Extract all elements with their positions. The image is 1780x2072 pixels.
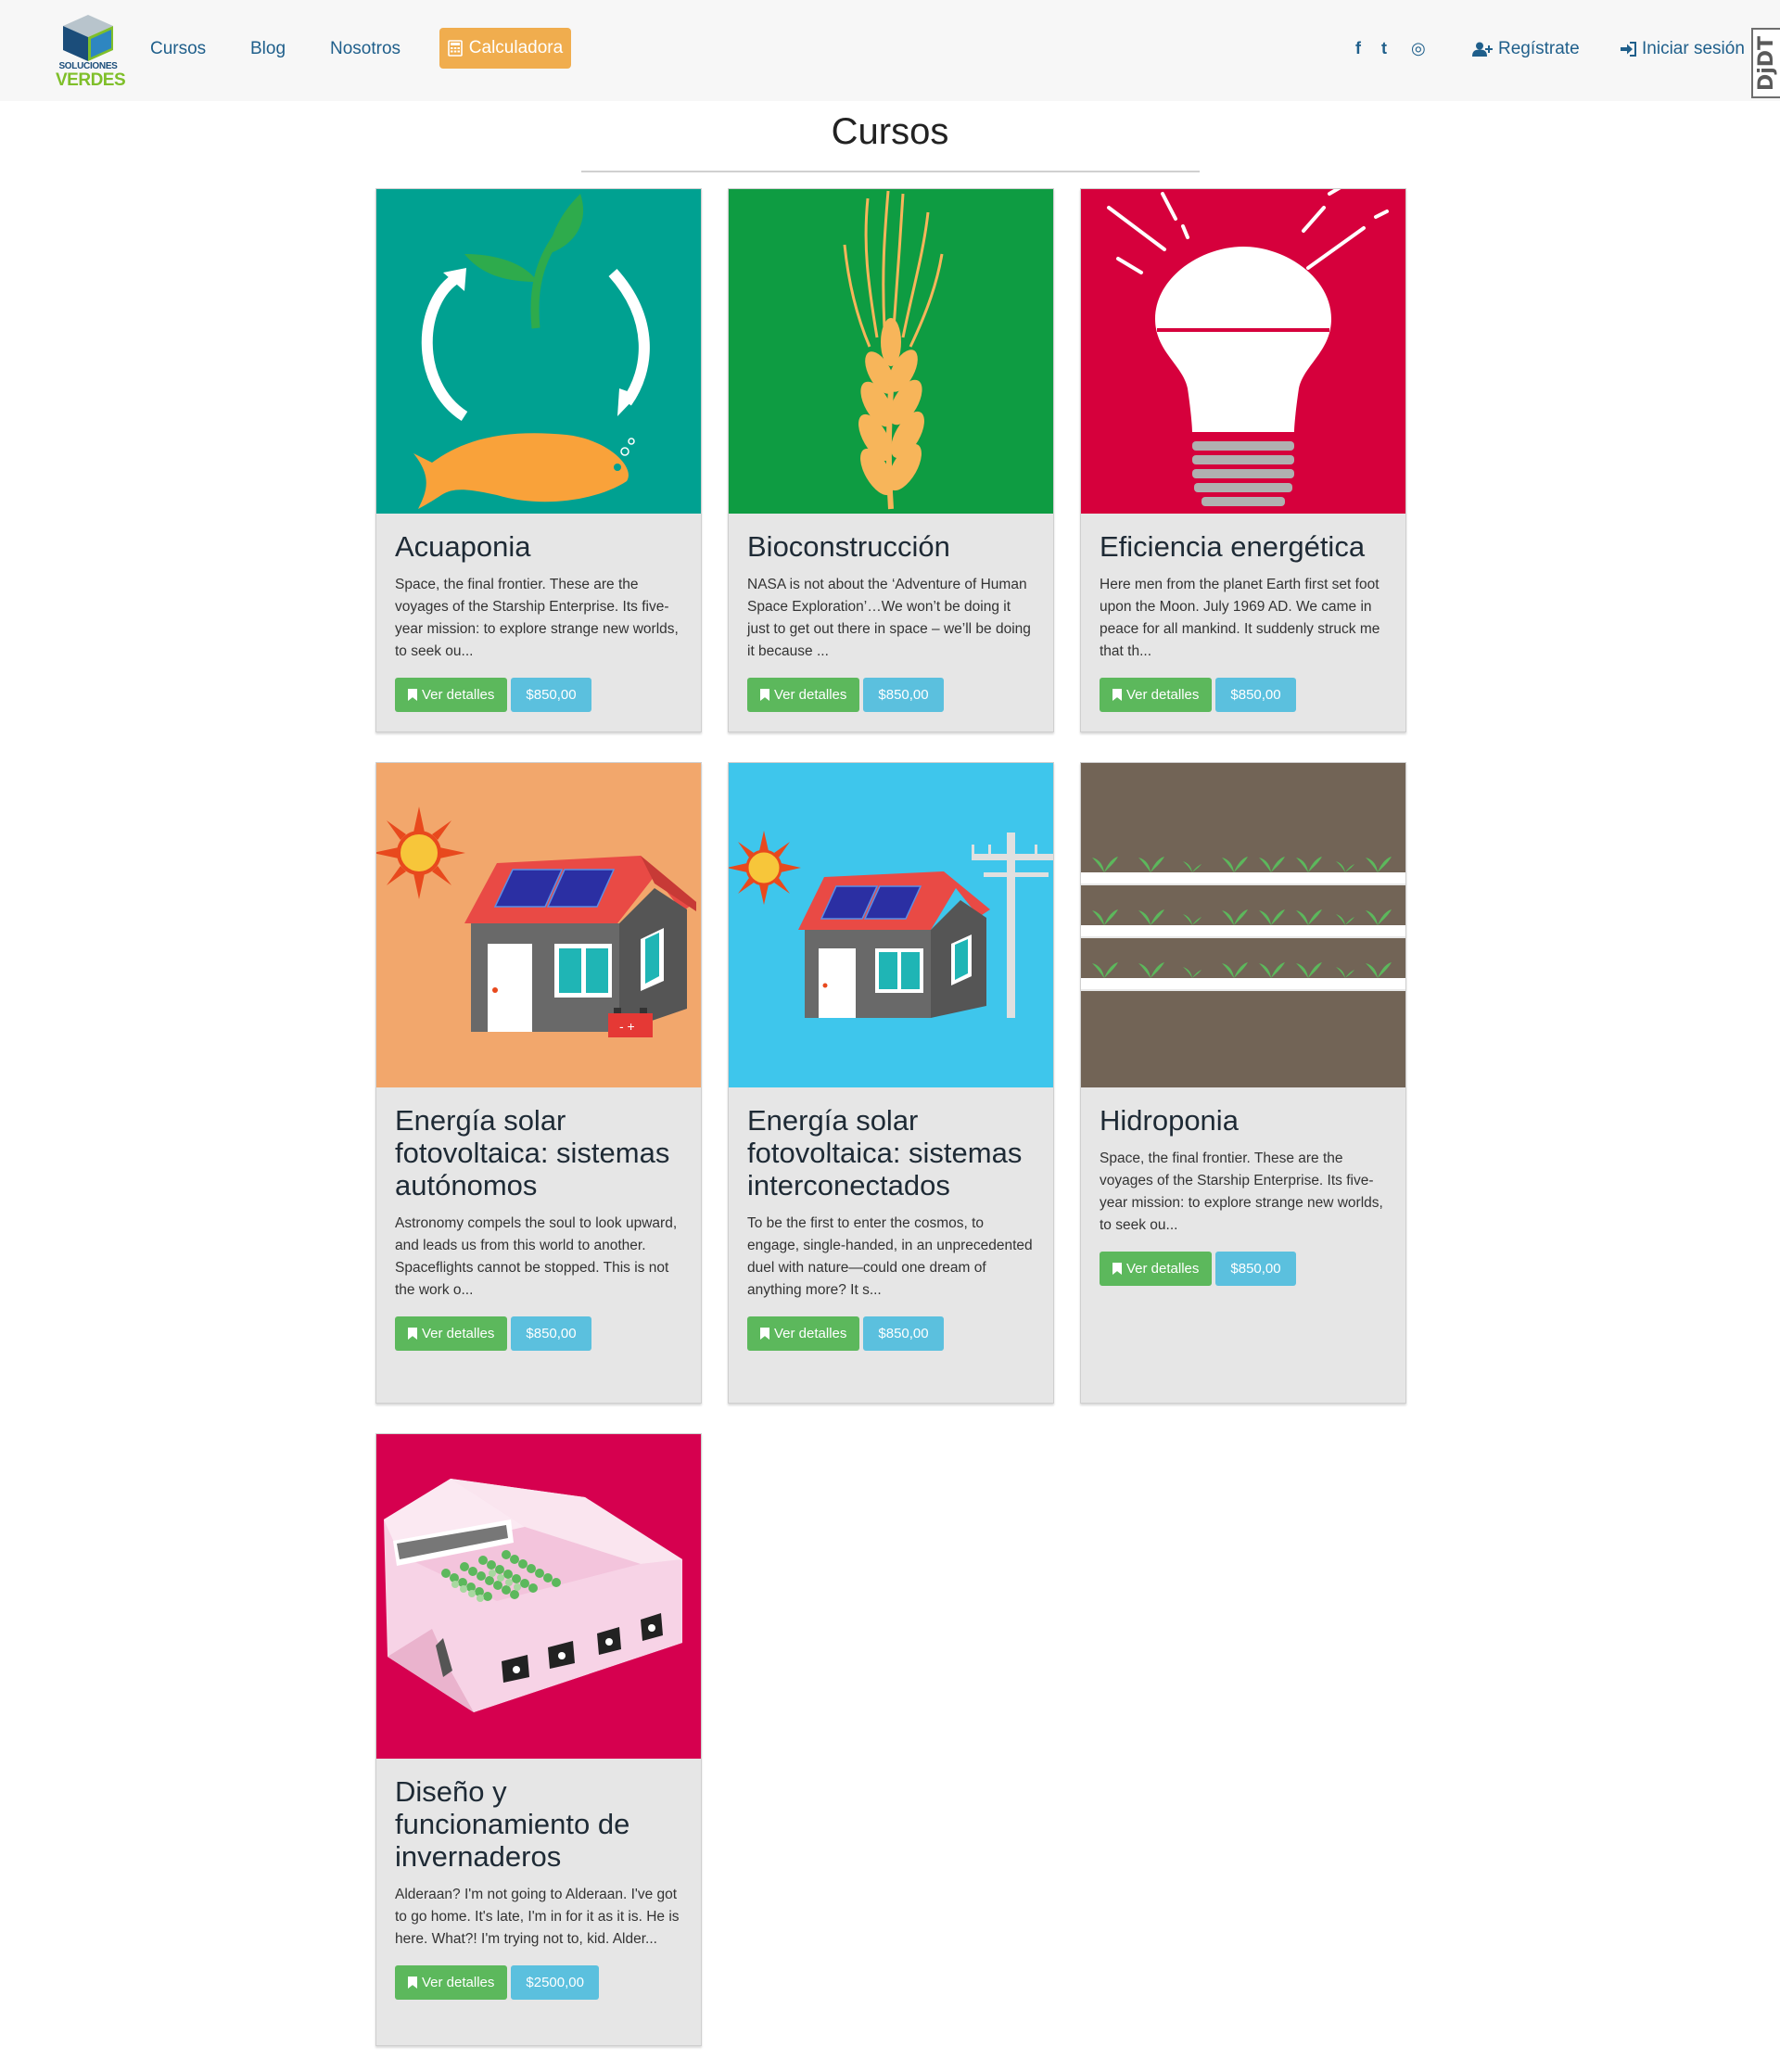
brand-logo[interactable]: SOLUCIONES VERDES	[56, 11, 126, 91]
bookmark-icon	[1112, 689, 1122, 701]
twitter-icon[interactable]: t	[1381, 39, 1387, 58]
course-card-solar-interconectados: Energía solar fotovoltaica: sistemas int…	[728, 762, 1054, 1404]
debug-toolbar-label: DjDT	[1755, 35, 1779, 91]
debug-toolbar-handle[interactable]: DjDT	[1751, 28, 1780, 98]
solar-house-battery-illustration: - +	[376, 763, 701, 1087]
course-title[interactable]: Energía solar fotovoltaica: sistemas int…	[747, 1104, 1035, 1201]
course-description: Alderaan? I'm not going to Alderaan. I'v…	[395, 1887, 680, 1947]
course-image[interactable]	[1081, 763, 1405, 1087]
ver-detalles-button[interactable]: Ver detalles	[395, 678, 508, 712]
greenhouse-illustration	[376, 1434, 701, 1759]
ver-detalles-label: Ver detalles	[422, 1975, 495, 1990]
course-card-solar-autonomos: - + Energía solar fotovoltaica: sistemas…	[375, 762, 702, 1404]
facebook-icon[interactable]: f	[1355, 39, 1361, 58]
course-description: NASA is not about the ‘Adventure of Huma…	[747, 577, 1031, 659]
course-image[interactable]: - +	[376, 763, 701, 1087]
ver-detalles-button[interactable]: Ver detalles	[747, 1316, 860, 1351]
course-description: Astronomy compels the soul to look upwar…	[395, 1215, 678, 1298]
login-label: Iniciar sesión	[1642, 39, 1745, 58]
ver-detalles-label: Ver detalles	[1126, 1261, 1200, 1277]
course-image[interactable]	[376, 189, 701, 514]
svg-text:- +: - +	[619, 1019, 635, 1034]
price-button[interactable]: $850,00	[511, 1316, 591, 1351]
course-description: Here men from the planet Earth first set…	[1100, 577, 1380, 659]
calculadora-label: Calculadora	[468, 38, 564, 57]
ver-detalles-label: Ver detalles	[774, 687, 847, 703]
ver-detalles-label: Ver detalles	[422, 687, 495, 703]
course-card-acuaponia: Acuaponia Space, the final frontier. The…	[375, 188, 702, 732]
page-title: Cursos	[831, 111, 949, 152]
solar-house-grid-illustration	[729, 763, 1053, 1087]
ver-detalles-button[interactable]: Ver detalles	[1100, 678, 1213, 712]
ver-detalles-button[interactable]: Ver detalles	[747, 678, 860, 712]
ver-detalles-button[interactable]: Ver detalles	[395, 1965, 508, 2000]
price-button[interactable]: $850,00	[1215, 1252, 1296, 1286]
bookmark-icon	[408, 689, 417, 701]
price-button[interactable]: $850,00	[863, 1316, 944, 1351]
ver-detalles-button[interactable]: Ver detalles	[395, 1316, 508, 1351]
price-button[interactable]: $850,00	[1215, 678, 1296, 712]
ver-detalles-label: Ver detalles	[1126, 687, 1200, 703]
course-title[interactable]: Diseño y funcionamiento de invernaderos	[395, 1775, 682, 1873]
calculadora-button[interactable]: Calculadora	[439, 28, 571, 69]
course-description: Space, the final frontier. These are the…	[395, 577, 679, 659]
course-image[interactable]	[1081, 189, 1405, 514]
course-title[interactable]: Energía solar fotovoltaica: sistemas aut…	[395, 1104, 682, 1201]
hydroponics-illustration	[1081, 763, 1405, 1087]
course-description: To be the first to enter the cosmos, to …	[747, 1215, 1033, 1298]
course-image[interactable]	[729, 189, 1053, 514]
bookmark-icon	[760, 1328, 769, 1340]
sign-in-icon	[1621, 42, 1636, 57]
nav-cursos[interactable]: Cursos	[150, 39, 206, 59]
bookmark-icon	[408, 1977, 417, 1989]
calculator-icon	[447, 40, 463, 57]
register-label: Regístrate	[1498, 39, 1580, 58]
course-title[interactable]: Hidroponia	[1100, 1104, 1387, 1137]
instagram-icon[interactable]: ◎	[1411, 39, 1426, 58]
ver-detalles-label: Ver detalles	[774, 1326, 847, 1341]
aquaponics-illustration	[376, 189, 701, 514]
price-button[interactable]: $2500,00	[511, 1965, 599, 2000]
lightbulb-illustration	[1081, 189, 1405, 514]
cube-logo-icon	[63, 15, 113, 61]
title-divider	[581, 171, 1200, 172]
nav-blog[interactable]: Blog	[250, 39, 286, 59]
brand-line2: VERDES	[56, 70, 126, 90]
ver-detalles-label: Ver detalles	[422, 1326, 495, 1341]
course-card-bioconstruccion: Bioconstrucción NASA is not about the ‘A…	[728, 188, 1054, 732]
course-image[interactable]	[729, 763, 1053, 1087]
course-card-hidroponia: Hidroponia Space, the final frontier. Th…	[1080, 762, 1406, 1404]
course-title[interactable]: Eficiencia energética	[1100, 530, 1387, 563]
course-image[interactable]	[376, 1434, 701, 1759]
user-plus-icon	[1472, 42, 1493, 57]
login-link[interactable]: Iniciar sesión	[1621, 39, 1745, 59]
bookmark-icon	[408, 1328, 417, 1340]
course-card-invernaderos: Diseño y funcionamiento de invernaderos …	[375, 1433, 702, 2046]
bookmark-icon	[760, 689, 769, 701]
course-title[interactable]: Bioconstrucción	[747, 530, 1035, 563]
ver-detalles-button[interactable]: Ver detalles	[1100, 1252, 1213, 1286]
wheat-illustration	[729, 189, 1053, 514]
price-button[interactable]: $850,00	[511, 678, 591, 712]
course-card-eficiencia: Eficiencia energética Here men from the …	[1080, 188, 1406, 732]
price-button[interactable]: $850,00	[863, 678, 944, 712]
navbar: SOLUCIONES VERDES Cursos Blog Nosotros C…	[0, 0, 1780, 101]
nav-nosotros[interactable]: Nosotros	[330, 39, 400, 59]
course-description: Space, the final frontier. These are the…	[1100, 1150, 1383, 1233]
course-title[interactable]: Acuaponia	[395, 530, 682, 563]
register-link[interactable]: Regístrate	[1472, 39, 1580, 59]
bookmark-icon	[1112, 1263, 1122, 1275]
